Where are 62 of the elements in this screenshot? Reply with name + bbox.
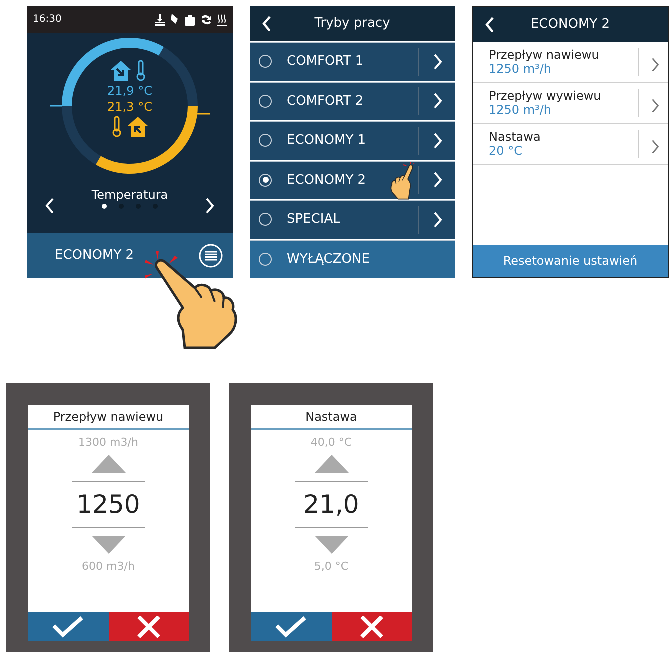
- radio-button[interactable]: [259, 94, 272, 108]
- mode-label: COMFORT 1: [287, 54, 365, 70]
- mode-label: WYŁĄCZONE: [287, 252, 371, 267]
- setting-item[interactable]: Przepływ nawiewu 1250 m³/h: [473, 42, 668, 83]
- radio-button[interactable]: [259, 134, 272, 148]
- setting-label: Przepływ nawiewu: [489, 48, 600, 62]
- mode-item[interactable]: WYŁĄCZONE: [250, 240, 455, 278]
- minimum-value: 600 m3/h: [82, 560, 135, 573]
- supply-temperature: 21,9 °C: [108, 84, 152, 98]
- mode-label: ECONOMY 2: [287, 172, 368, 188]
- current-value: 21,0: [295, 481, 368, 528]
- mode-item[interactable]: SPECIAL: [250, 200, 455, 238]
- maximum-value: 40,0 °C: [310, 436, 352, 449]
- setting-label: Nastawa: [489, 130, 542, 144]
- setting-value: 1250 m³/h: [489, 103, 553, 117]
- current-value: 1250: [72, 481, 145, 528]
- extract-temperature: 21,3 °C: [108, 100, 152, 114]
- cancel-button[interactable]: [332, 612, 412, 641]
- thermometer-house-icon: [110, 116, 150, 138]
- confirm-button[interactable]: [251, 612, 332, 641]
- clock-time: 16:30: [33, 14, 62, 25]
- screen-title: ECONOMY 2: [530, 17, 612, 32]
- reset-settings-button[interactable]: Resetowanie ustawień: [473, 245, 668, 277]
- setting-label: Przepływ wywiewu: [489, 89, 602, 103]
- close-icon: [360, 616, 384, 638]
- page-title: Temperatura: [92, 188, 168, 202]
- minimum-value: 5,0 °C: [314, 560, 349, 573]
- filter-icon: [155, 14, 165, 26]
- mode-item[interactable]: ECONOMY 1: [250, 121, 455, 160]
- mode-label: ECONOMY 1: [287, 133, 368, 148]
- setting-value: 1250 m³/h: [489, 62, 553, 76]
- mode-label: COMFORT 2: [287, 94, 365, 109]
- editor-title: Nastawa: [251, 405, 412, 430]
- refresh-icon: [201, 14, 211, 26]
- current-mode: ECONOMY 2: [55, 248, 134, 263]
- chevron-right-icon[interactable]: [638, 130, 660, 158]
- setting-item[interactable]: Przepływ wywiewu 1250 m³/h: [473, 83, 668, 124]
- heating-icon: [217, 14, 227, 26]
- mode-bar[interactable]: ECONOMY 2: [27, 233, 233, 278]
- cancel-button[interactable]: [108, 612, 189, 641]
- chevron-right-icon[interactable]: [638, 89, 660, 117]
- radio-button[interactable]: [259, 55, 272, 68]
- mode-item[interactable]: COMFORT 1: [250, 42, 455, 80]
- confirm-button[interactable]: [28, 612, 108, 641]
- chevron-right-icon[interactable]: [638, 48, 660, 76]
- mode-item[interactable]: COMFORT 2: [250, 82, 455, 120]
- editor-title: Przepływ nawiewu: [28, 405, 189, 430]
- radio-button[interactable]: [259, 252, 272, 266]
- maximum-value: 1300 m3/h: [78, 436, 138, 449]
- setting-item[interactable]: Nastawa 20 °C: [473, 124, 668, 165]
- page-dot[interactable]: [102, 204, 107, 208]
- mode-label: SPECIAL: [287, 212, 342, 228]
- tapping-hand-drawing: [390, 162, 415, 200]
- mode-item[interactable]: ECONOMY 2: [250, 160, 455, 199]
- checkmark-icon: [52, 616, 84, 638]
- checkmark-icon: [275, 616, 308, 638]
- radio-button[interactable]: [259, 213, 272, 226]
- radio-button[interactable]: [259, 174, 272, 187]
- menu-icon[interactable]: [199, 244, 223, 268]
- close-icon: [136, 616, 161, 638]
- screen-title: Tryby pracy: [314, 16, 392, 31]
- setting-value: 20 °C: [489, 144, 524, 158]
